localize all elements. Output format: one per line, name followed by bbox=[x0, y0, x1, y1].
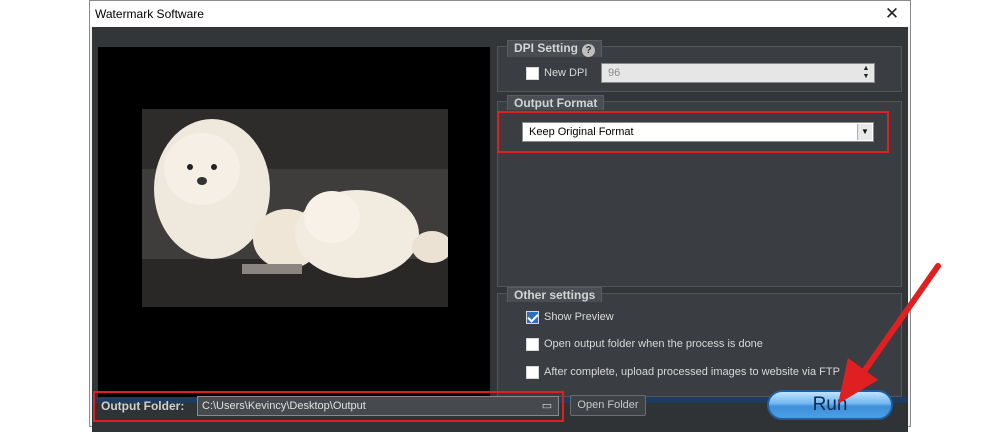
help-icon[interactable]: ? bbox=[582, 44, 596, 57]
main-panel: DPI Setting? New DPI 96 ▲ ▼ Output Format… bbox=[92, 27, 908, 432]
annotation-arrow bbox=[838, 263, 941, 404]
output-format-legend: Output Format bbox=[507, 95, 605, 110]
open-folder-button[interactable]: Open Folder bbox=[570, 395, 646, 416]
dpi-value-field[interactable]: 96 ▲ ▼ bbox=[601, 63, 875, 83]
other-settings-legend: Other settings bbox=[507, 287, 603, 302]
open-output-checkbox[interactable] bbox=[526, 338, 539, 351]
image-preview bbox=[98, 47, 490, 397]
output-folder-highlight bbox=[93, 391, 564, 422]
dpi-setting-group: DPI Setting? New DPI 96 ▲ ▼ bbox=[497, 40, 902, 92]
title-bar: Watermark Software ✕ bbox=[90, 1, 910, 27]
upload-ftp-label: After complete, upload processed images … bbox=[544, 366, 840, 378]
dpi-value: 96 bbox=[608, 67, 621, 79]
close-icon[interactable]: ✕ bbox=[880, 3, 904, 25]
show-preview-label: Show Preview bbox=[544, 311, 614, 323]
output-format-highlight bbox=[497, 111, 889, 153]
app-window: Watermark Software ✕ DPI Setting ? New D… bbox=[89, 0, 911, 432]
upload-ftp-checkbox[interactable] bbox=[526, 366, 539, 379]
dpi-setting-label: DPI Setting bbox=[514, 41, 579, 55]
show-preview-checkbox[interactable] bbox=[526, 311, 539, 324]
spinner-icon[interactable]: ▲ ▼ bbox=[860, 65, 872, 81]
new-dpi-checkbox[interactable] bbox=[526, 67, 539, 80]
preview-photo bbox=[142, 109, 448, 307]
dpi-setting-legend: DPI Setting? bbox=[507, 40, 603, 57]
window-title: Watermark Software bbox=[95, 7, 204, 21]
new-dpi-label: New DPI bbox=[544, 67, 588, 79]
open-output-label: Open output folder when the process is d… bbox=[544, 338, 763, 350]
